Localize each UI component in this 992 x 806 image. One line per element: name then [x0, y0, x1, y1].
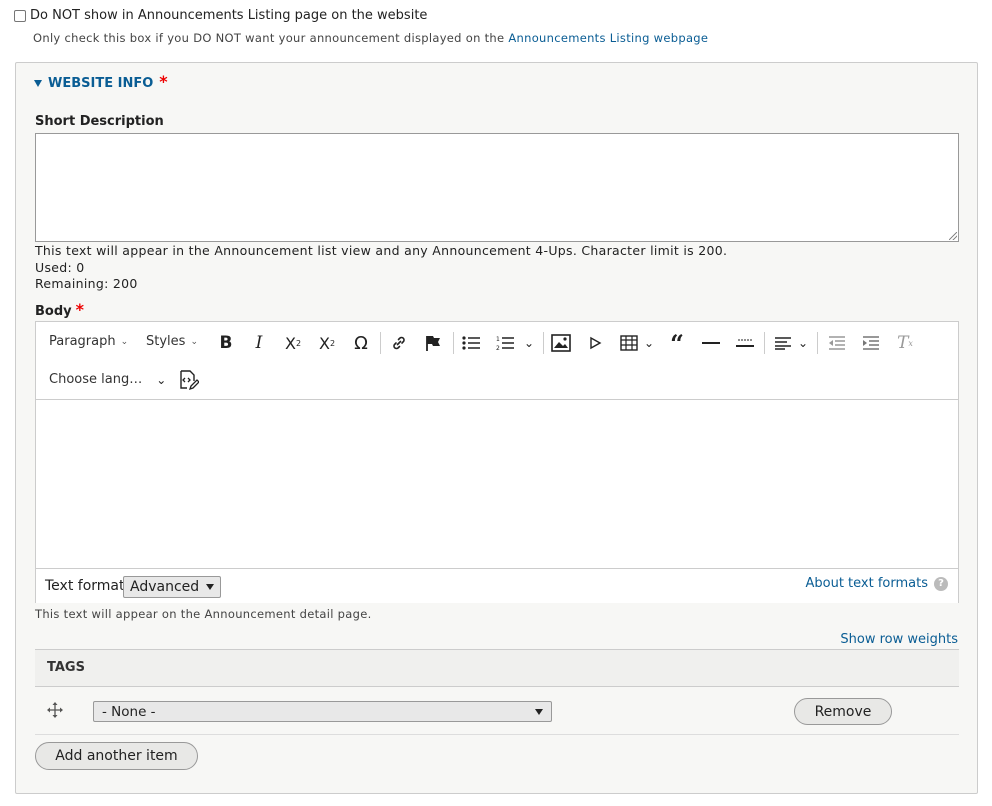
chevron-down-icon: ⌄	[156, 372, 167, 387]
hide-from-listing-label[interactable]: Do NOT show in Announcements Listing pag…	[30, 8, 427, 23]
tag-select[interactable]: - None -	[93, 701, 552, 722]
body-label: Body	[35, 304, 72, 319]
text-format-label: Text format	[45, 578, 125, 594]
char-remaining: Remaining: 200	[35, 276, 138, 291]
special-characters-icon[interactable]: Ω	[351, 332, 371, 354]
italic-icon[interactable]: I	[250, 332, 268, 354]
tags-header: TAGS	[47, 660, 85, 675]
help-icon[interactable]: ?	[934, 576, 948, 591]
tags-table-header: TAGS	[35, 649, 959, 687]
add-another-item-button[interactable]: Add another item	[35, 742, 198, 770]
show-row-weights-link[interactable]: Show row weights	[840, 632, 958, 647]
chevron-down-icon[interactable]: ⌄	[522, 332, 536, 354]
body-editor: Paragraph ⌄ Styles ⌄ B I X2 X2 Ω 12 ⌄ ⌄ …	[35, 321, 959, 603]
table-icon[interactable]	[618, 332, 640, 354]
announcements-listing-link[interactable]: Announcements Listing webpage	[508, 31, 708, 45]
required-marker: *	[75, 300, 84, 319]
image-icon[interactable]	[550, 332, 572, 354]
bold-icon[interactable]: B	[216, 332, 236, 354]
required-marker: *	[159, 72, 168, 91]
styles-dropdown[interactable]: Styles ⌄	[146, 334, 198, 349]
chevron-down-icon: ⌄	[120, 336, 129, 347]
link-icon[interactable]	[388, 332, 410, 354]
blockquote-icon[interactable]: “	[666, 329, 688, 358]
triangle-down-icon	[34, 80, 42, 87]
paragraph-dropdown[interactable]: Paragraph ⌄	[49, 334, 128, 349]
website-info-toggle[interactable]: WEBSITE INFO *	[34, 72, 168, 93]
body-content-area[interactable]	[36, 400, 958, 568]
short-description-textarea[interactable]	[35, 133, 959, 242]
table-row: - None - Remove	[35, 687, 959, 735]
outdent-icon[interactable]	[826, 332, 848, 354]
numbered-list-icon[interactable]: 12	[494, 332, 516, 354]
caret-down-icon	[206, 584, 214, 590]
anchor-flag-icon[interactable]	[422, 332, 444, 354]
hide-from-listing-checkbox[interactable]	[14, 9, 26, 22]
listing-hint: Only check this box if you DO NOT want y…	[33, 31, 709, 45]
chevron-down-icon[interactable]: ⌄	[642, 332, 656, 354]
body-label-row: Body *	[35, 300, 84, 321]
indent-icon[interactable]	[860, 332, 882, 354]
text-format-bar: Text format Advanced About text formats …	[36, 568, 958, 603]
svg-text:2: 2	[496, 345, 500, 351]
resize-grip-icon[interactable]	[949, 232, 957, 240]
short-description-help: This text will appear in the Announcemen…	[35, 243, 728, 258]
text-format-select[interactable]: Advanced	[123, 576, 221, 598]
subscript-icon[interactable]: X2	[316, 332, 338, 354]
language-dropdown[interactable]: Choose lang… ⌄	[49, 372, 166, 387]
horizontal-line-icon[interactable]	[700, 332, 722, 354]
source-break-icon[interactable]	[734, 332, 756, 354]
chevron-down-icon[interactable]: ⌄	[796, 332, 810, 354]
chevron-down-icon: ⌄	[190, 336, 198, 347]
remove-format-icon[interactable]: Tx	[894, 332, 916, 354]
body-help: This text will appear on the Announcemen…	[35, 607, 372, 621]
about-text-formats: About text formats ?	[805, 576, 948, 591]
bulleted-list-icon[interactable]	[460, 332, 482, 354]
caret-down-icon	[535, 708, 543, 715]
svg-text:1: 1	[496, 336, 500, 343]
drag-handle-icon[interactable]	[47, 702, 63, 718]
remove-button[interactable]: Remove	[794, 698, 892, 725]
align-left-icon[interactable]	[772, 332, 794, 354]
about-text-formats-link[interactable]: About text formats	[805, 576, 928, 591]
superscript-icon[interactable]: X2	[282, 332, 304, 354]
source-editing-icon[interactable]	[176, 368, 200, 392]
hide-from-listing-row: Do NOT show in Announcements Listing pag…	[14, 8, 427, 23]
short-description-label: Short Description	[35, 114, 164, 129]
editor-toolbar: Paragraph ⌄ Styles ⌄ B I X2 X2 Ω 12 ⌄ ⌄ …	[36, 322, 958, 400]
media-play-icon[interactable]	[584, 332, 606, 354]
char-used: Used: 0	[35, 260, 85, 275]
